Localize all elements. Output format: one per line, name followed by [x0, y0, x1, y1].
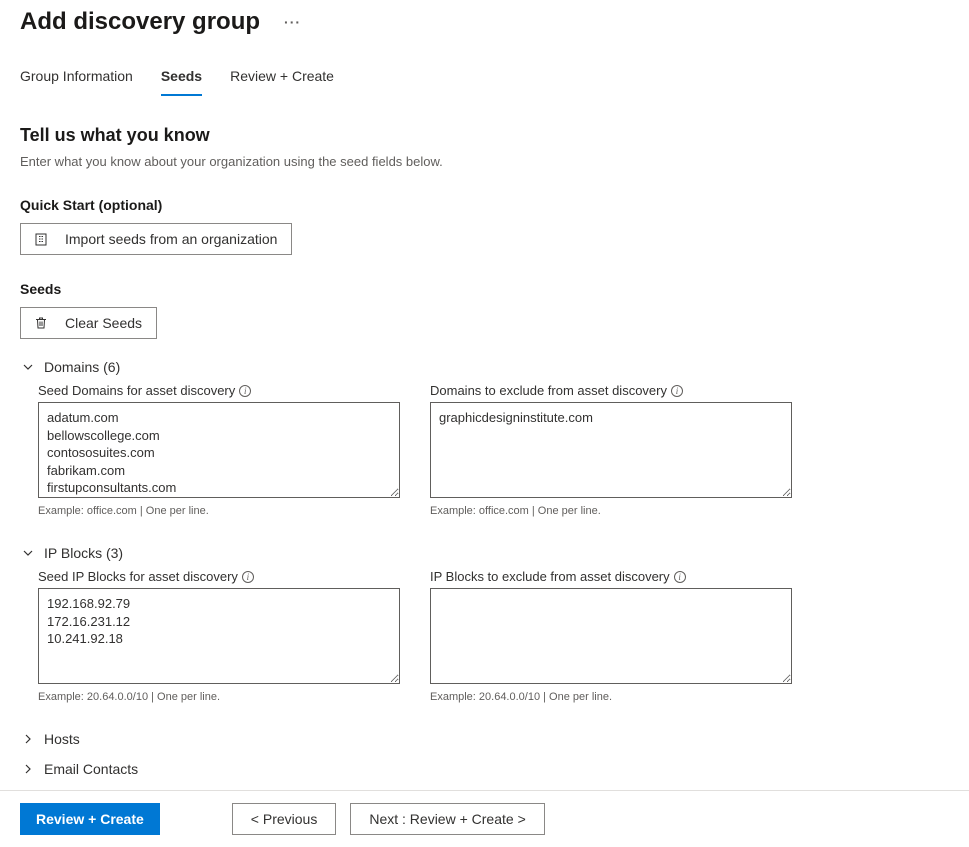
section-description: Enter what you know about your organizat… — [20, 154, 949, 169]
seed-domains-label: Seed Domains for asset discovery i — [38, 383, 400, 398]
info-icon[interactable]: i — [674, 571, 686, 583]
info-icon[interactable]: i — [242, 571, 254, 583]
tab-review-create[interactable]: Review + Create — [230, 60, 334, 96]
clear-seeds-button[interactable]: Clear Seeds — [20, 307, 157, 339]
hosts-accordion-header[interactable]: Hosts — [22, 731, 949, 747]
page-title-text: Add discovery group — [20, 8, 260, 36]
chevron-right-icon — [22, 733, 34, 745]
exclude-ipblocks-input[interactable] — [430, 588, 792, 684]
ipblocks-accordion-header[interactable]: IP Blocks (3) — [22, 545, 949, 561]
domains-header-label: Domains (6) — [44, 359, 120, 375]
exclude-ipblocks-hint: Example: 20.64.0.0/10 | One per line. — [430, 691, 792, 703]
seed-ipblocks-input[interactable] — [38, 588, 400, 684]
organization-icon — [33, 231, 49, 247]
seeds-heading: Seeds — [20, 281, 949, 297]
import-seeds-button[interactable]: Import seeds from an organization — [20, 223, 292, 255]
tab-group-information[interactable]: Group Information — [20, 60, 133, 96]
exclude-domains-input[interactable] — [430, 402, 792, 498]
domains-accordion-header[interactable]: Domains (6) — [22, 359, 949, 375]
previous-button[interactable]: < Previous — [232, 803, 337, 835]
info-icon[interactable]: i — [239, 385, 251, 397]
email-header-label: Email Contacts — [44, 761, 138, 777]
import-seeds-label: Import seeds from an organization — [65, 231, 277, 247]
chevron-down-icon — [22, 547, 34, 559]
ipblocks-header-label: IP Blocks (3) — [44, 545, 123, 561]
seed-ipblocks-hint: Example: 20.64.0.0/10 | One per line. — [38, 691, 400, 703]
more-actions-icon[interactable]: ··· — [284, 14, 301, 30]
chevron-down-icon — [22, 361, 34, 373]
next-button[interactable]: Next : Review + Create > — [350, 803, 544, 835]
domains-accordion-body: Seed Domains for asset discovery i Examp… — [20, 383, 949, 517]
exclude-domains-hint: Example: office.com | One per line. — [430, 505, 792, 517]
exclude-ipblocks-label: IP Blocks to exclude from asset discover… — [430, 569, 792, 584]
email-accordion-header[interactable]: Email Contacts — [22, 761, 949, 777]
review-create-button[interactable]: Review + Create — [20, 803, 160, 835]
section-title: Tell us what you know — [20, 125, 949, 146]
chevron-right-icon — [22, 763, 34, 775]
seed-ipblocks-label: Seed IP Blocks for asset discovery i — [38, 569, 400, 584]
seed-domains-input[interactable] — [38, 402, 400, 498]
page-title: Add discovery group ··· — [20, 8, 949, 36]
exclude-domains-label: Domains to exclude from asset discovery … — [430, 383, 792, 398]
quick-start-heading: Quick Start (optional) — [20, 197, 949, 213]
footer-bar: Review + Create < Previous Next : Review… — [0, 790, 969, 847]
clear-seeds-label: Clear Seeds — [65, 315, 142, 331]
seed-domains-hint: Example: office.com | One per line. — [38, 505, 400, 517]
hosts-header-label: Hosts — [44, 731, 80, 747]
info-icon[interactable]: i — [671, 385, 683, 397]
tabs: Group Information Seeds Review + Create — [20, 60, 949, 97]
trash-icon — [33, 315, 49, 331]
ipblocks-accordion-body: Seed IP Blocks for asset discovery i Exa… — [20, 569, 949, 703]
tab-seeds[interactable]: Seeds — [161, 60, 202, 96]
